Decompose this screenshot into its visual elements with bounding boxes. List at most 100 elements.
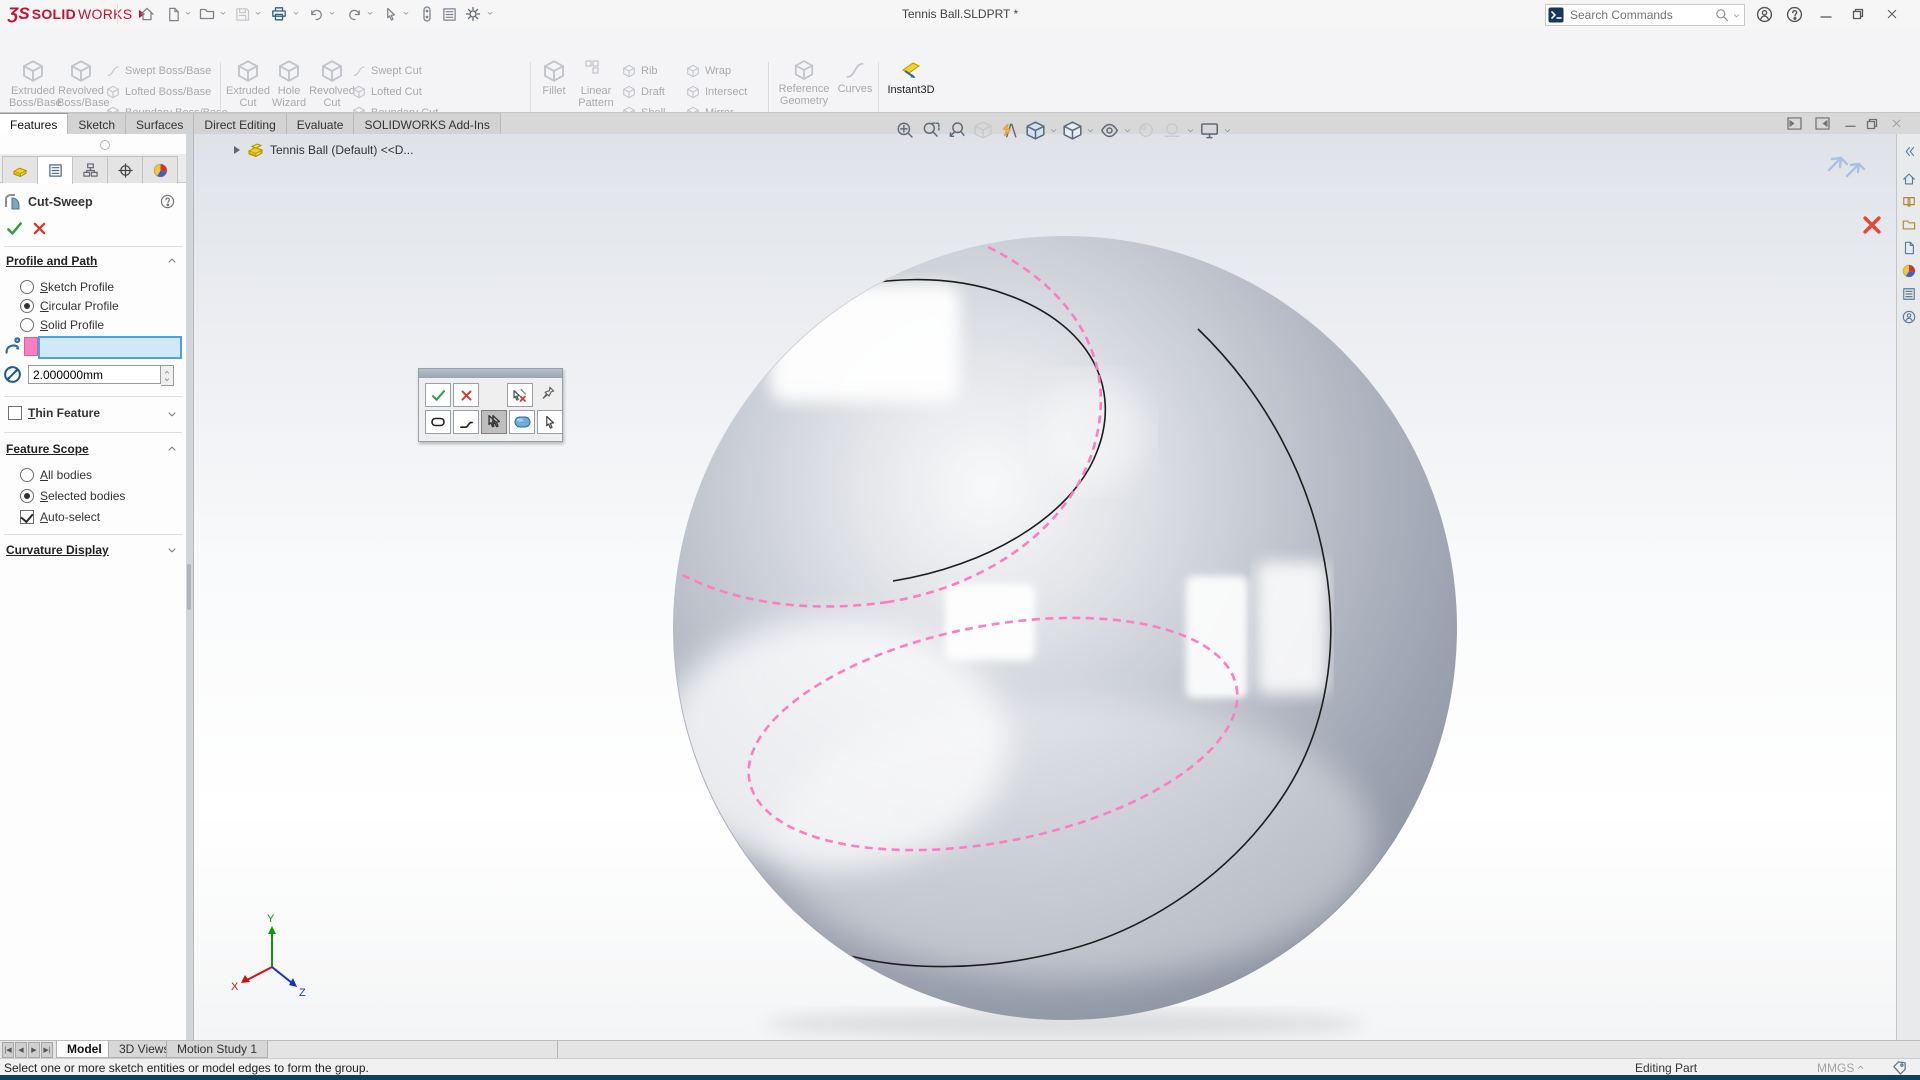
tab-solidworks-add-ins[interactable]: SOLIDWORKS Add-Ins: [354, 113, 500, 136]
panel-help-icon[interactable]: [160, 194, 175, 209]
ribbon-hole-wizard[interactable]: Hole Wizard: [268, 59, 310, 109]
select-dropdown-icon[interactable]: [402, 9, 410, 19]
tab-model[interactable]: Model: [56, 1041, 113, 1058]
confirmation-cancel-icon[interactable]: [1861, 214, 1883, 236]
context-toolbar-drag-handle[interactable]: [419, 369, 562, 378]
collapse-chevron-icon[interactable]: [166, 255, 178, 267]
doc-close-button[interactable]: [1886, 115, 1906, 132]
search-commands-box[interactable]: [1545, 4, 1745, 26]
ribbon-lofted-cut[interactable]: Lofted Cut: [352, 82, 422, 102]
status-tag-icon[interactable]: [1892, 1060, 1907, 1075]
save-dropdown-icon[interactable]: [254, 9, 262, 19]
search-dropdown-icon[interactable]: [1732, 11, 1741, 20]
ribbon-intersect[interactable]: Intersect: [686, 82, 747, 102]
redo-icon[interactable]: [343, 3, 365, 25]
tab-sketch[interactable]: Sketch: [68, 113, 126, 136]
open-icon[interactable]: [196, 3, 218, 25]
restore-button[interactable]: [1844, 4, 1872, 24]
feature-tree-flyout[interactable]: Tennis Ball (Default) <<D...: [233, 142, 413, 157]
previous-view-icon[interactable]: [945, 118, 969, 142]
display-style-icon[interactable]: [1060, 118, 1084, 142]
pin-icon[interactable]: [536, 381, 560, 403]
collapse-chevron-icon[interactable]: [166, 443, 178, 455]
radio-all-bodies[interactable]: All bodies: [20, 468, 92, 482]
open-loop-button[interactable]: [453, 410, 479, 434]
new-document-icon[interactable]: [162, 3, 184, 25]
appearances-icon[interactable]: [1900, 262, 1918, 280]
pane-left-icon[interactable]: [1784, 115, 1804, 132]
panel-grip[interactable]: [100, 140, 110, 150]
spinner-down-icon[interactable]: [163, 376, 171, 383]
status-units[interactable]: MMGS: [1817, 1061, 1854, 1075]
tab-features[interactable]: Features: [0, 113, 68, 136]
annotation-views-icon[interactable]: [997, 118, 1021, 142]
close-button[interactable]: [1878, 4, 1906, 24]
tab-feature-manager[interactable]: [2, 156, 38, 183]
expand-chevron-icon[interactable]: [166, 544, 178, 556]
ribbon-linear-pattern[interactable]: Linear Pattern: [574, 59, 618, 109]
apply-scene-dropdown-icon[interactable]: [1186, 118, 1195, 142]
design-library-icon[interactable]: [1900, 193, 1918, 211]
file-explorer-icon[interactable]: [1900, 216, 1918, 234]
ribbon-extruded-boss-base[interactable]: Extruded Boss/Base: [9, 59, 57, 109]
file-properties-icon[interactable]: [438, 3, 460, 25]
ok-button[interactable]: [425, 383, 451, 407]
redo-dropdown-icon[interactable]: [366, 9, 374, 19]
ribbon-draft[interactable]: Draft: [622, 82, 665, 102]
region-button[interactable]: [509, 410, 535, 434]
pane-right-icon[interactable]: [1812, 115, 1832, 132]
radio-solid-profile[interactable]: Solid Profile: [20, 318, 104, 332]
hide-show-dropdown-icon[interactable]: [1123, 118, 1132, 142]
profile-and-path-header[interactable]: Profile and Path: [6, 254, 97, 268]
print-icon[interactable]: [268, 3, 290, 25]
undo-dropdown-icon[interactable]: [328, 9, 336, 19]
ribbon-wrap[interactable]: Wrap: [686, 61, 731, 81]
display-style-dropdown-icon[interactable]: [1086, 118, 1095, 142]
pointer-button[interactable]: [537, 410, 563, 434]
expand-chevron-icon[interactable]: [166, 408, 178, 420]
curvature-display-header[interactable]: Curvature Display: [6, 543, 109, 557]
diameter-input[interactable]: [28, 365, 161, 384]
multi-select-button[interactable]: [481, 410, 507, 434]
splitter-handle[interactable]: [187, 564, 191, 610]
resources-home-icon[interactable]: [1900, 170, 1918, 188]
previous-tab-button[interactable]: ◀: [15, 1042, 27, 1058]
tab-property-manager[interactable]: [37, 156, 73, 184]
account-icon[interactable]: [1750, 4, 1778, 24]
tab-configuration-manager[interactable]: [72, 156, 108, 183]
ribbon-revolved-cut[interactable]: Revolved Cut: [308, 59, 356, 109]
section-view-icon[interactable]: [971, 118, 995, 142]
search-input[interactable]: [1568, 7, 1715, 23]
tab-direct-editing[interactable]: Direct Editing: [194, 113, 286, 136]
view-settings-dropdown-icon[interactable]: [1223, 118, 1232, 142]
tab-surfaces[interactable]: Surfaces: [126, 113, 194, 136]
panel-ok-button[interactable]: [6, 220, 23, 237]
next-tab-button[interactable]: ▶: [28, 1042, 40, 1058]
tab-motion-study-1[interactable]: Motion Study 1: [166, 1041, 268, 1058]
breadcrumb-label[interactable]: Tennis Ball (Default) <<D...: [270, 143, 413, 157]
first-tab-button[interactable]: |◀: [2, 1042, 14, 1058]
tab-dimxpert-manager[interactable]: [107, 156, 143, 183]
help-icon[interactable]: [1780, 4, 1808, 24]
view-settings-icon[interactable]: [1197, 118, 1221, 142]
ribbon-curves[interactable]: Curves: [836, 59, 874, 95]
new-document-dropdown-icon[interactable]: [184, 9, 192, 19]
ribbon-rib[interactable]: Rib: [622, 61, 658, 81]
open-dropdown-icon[interactable]: [219, 9, 227, 19]
radio-selected-bodies[interactable]: Selected bodies: [20, 489, 125, 503]
home-icon[interactable]: [136, 3, 158, 25]
ribbon-swept-boss-base[interactable]: Swept Boss/Base: [106, 61, 211, 81]
task-pane-collapse-icon[interactable]: [1900, 142, 1918, 160]
graphics-viewport[interactable]: Y X Z Tennis Ball (Default) <<D...: [193, 134, 1896, 1040]
custom-properties-icon[interactable]: [1900, 285, 1918, 303]
tab-evaluate[interactable]: Evaluate: [287, 113, 355, 136]
options-dropdown-icon[interactable]: [486, 9, 494, 19]
tab-display-manager[interactable]: [142, 156, 178, 183]
view-orientation-icon[interactable]: [1023, 118, 1047, 142]
minimize-button[interactable]: [1812, 4, 1840, 24]
confirmation-corner-icon[interactable]: [1823, 150, 1867, 188]
panel-cancel-button[interactable]: [32, 221, 47, 236]
rebuild-icon[interactable]: [416, 3, 438, 25]
doc-minimize-button[interactable]: [1840, 115, 1860, 132]
print-dropdown-icon[interactable]: [292, 9, 300, 19]
